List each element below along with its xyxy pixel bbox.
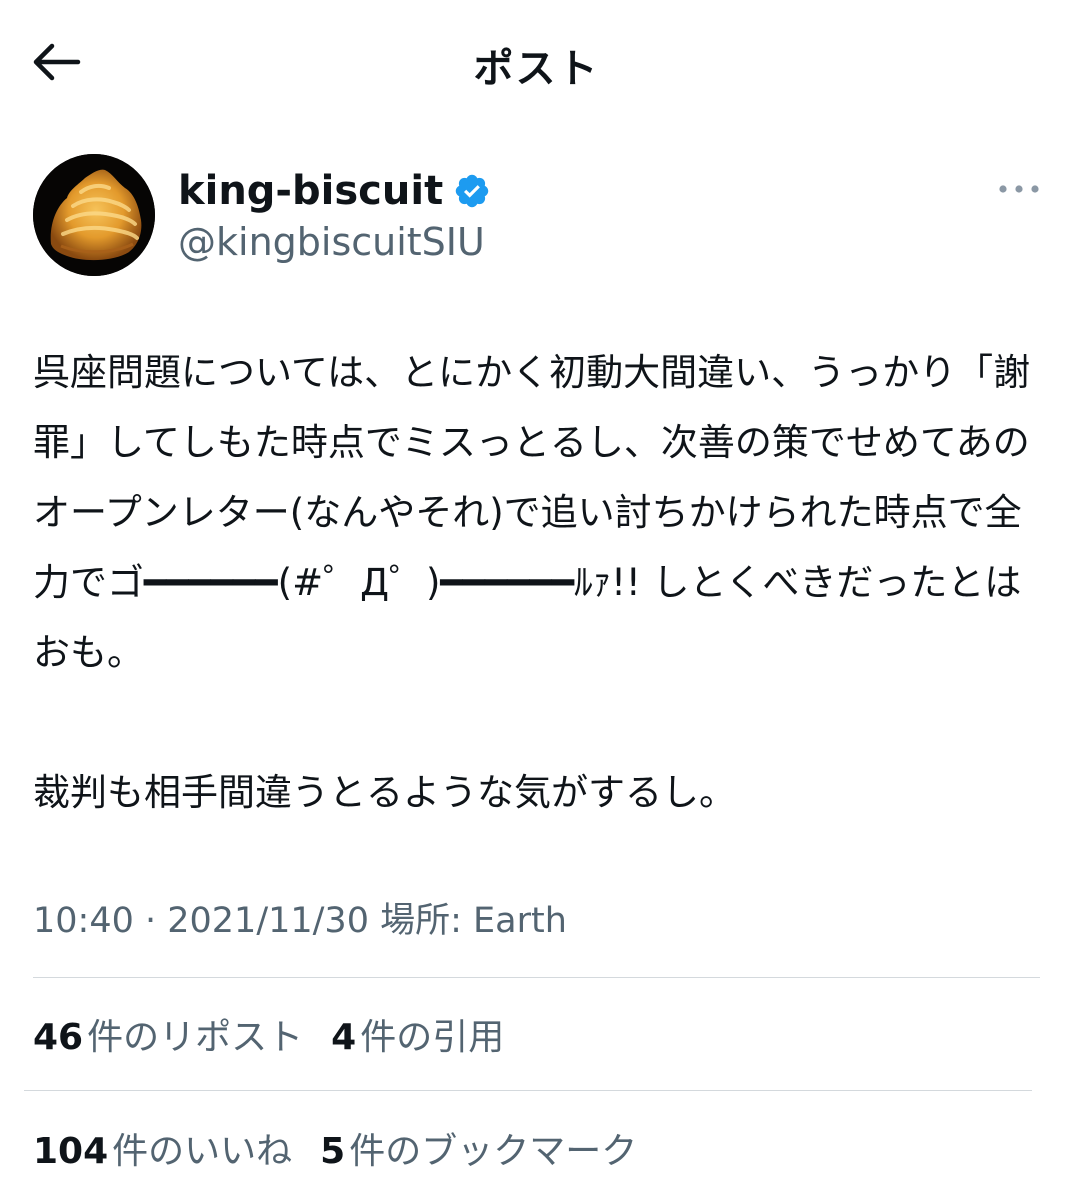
quotes-count: 4 (331, 1017, 357, 1058)
bookmarks-stat[interactable]: 5 件のブックマーク (320, 1122, 637, 1174)
divider (33, 977, 1040, 978)
likes-stat[interactable]: 104 件のいいね (33, 1122, 292, 1174)
bookmarks-label: 件のブックマーク (349, 1131, 638, 1172)
post-paragraph: 呉座問題については、とにかく初動大間違い、うっかり「謝罪」してしもた時点でミスっ… (33, 351, 1031, 674)
post-text: 呉座問題については、とにかく初動大間違い、うっかり「謝罪」してしもた時点でミスっ… (33, 338, 1038, 828)
post-author: king-biscuit @kingbiscuitSIU (33, 154, 1043, 278)
likes-label: 件のいいね (112, 1131, 293, 1172)
retweets-label: 件のリポスト (87, 1017, 304, 1058)
quotes-label: 件の引用 (360, 1017, 505, 1058)
more-button[interactable] (995, 174, 1043, 204)
retweets-stat[interactable]: 46 件のリポスト (33, 1008, 303, 1060)
top-bar: ポスト (0, 0, 1073, 120)
post-meta: 10:40 · 2021/11/30 場所: Earth (33, 892, 567, 943)
biscuit-avatar (33, 154, 155, 276)
display-name-row: king-biscuit (178, 166, 491, 216)
user-handle[interactable]: @kingbiscuitSIU (178, 220, 485, 264)
stats-row: 104 件のいいね 5 件のブックマーク (33, 1122, 665, 1174)
likes-count: 104 (33, 1131, 109, 1172)
bookmarks-count: 5 (320, 1131, 346, 1172)
post-timestamp[interactable]: 10:40 · 2021/11/30 (33, 901, 369, 941)
page-title: ポスト (473, 46, 600, 92)
post-paragraph: 裁判も相手間違うとるような気がするし。 (33, 771, 736, 814)
quotes-stat[interactable]: 4 件の引用 (331, 1008, 504, 1060)
display-name[interactable]: king-biscuit (178, 168, 443, 214)
location-link[interactable]: Earth (473, 901, 567, 941)
location-label: 場所: (380, 901, 474, 941)
more-horizontal-icon (999, 185, 1039, 193)
avatar[interactable] (33, 154, 155, 276)
stats-row: 46 件のリポスト 4 件の引用 (33, 1008, 532, 1060)
divider (24, 1090, 1032, 1091)
retweets-count: 46 (33, 1017, 84, 1058)
verified-badge-icon (455, 174, 489, 208)
